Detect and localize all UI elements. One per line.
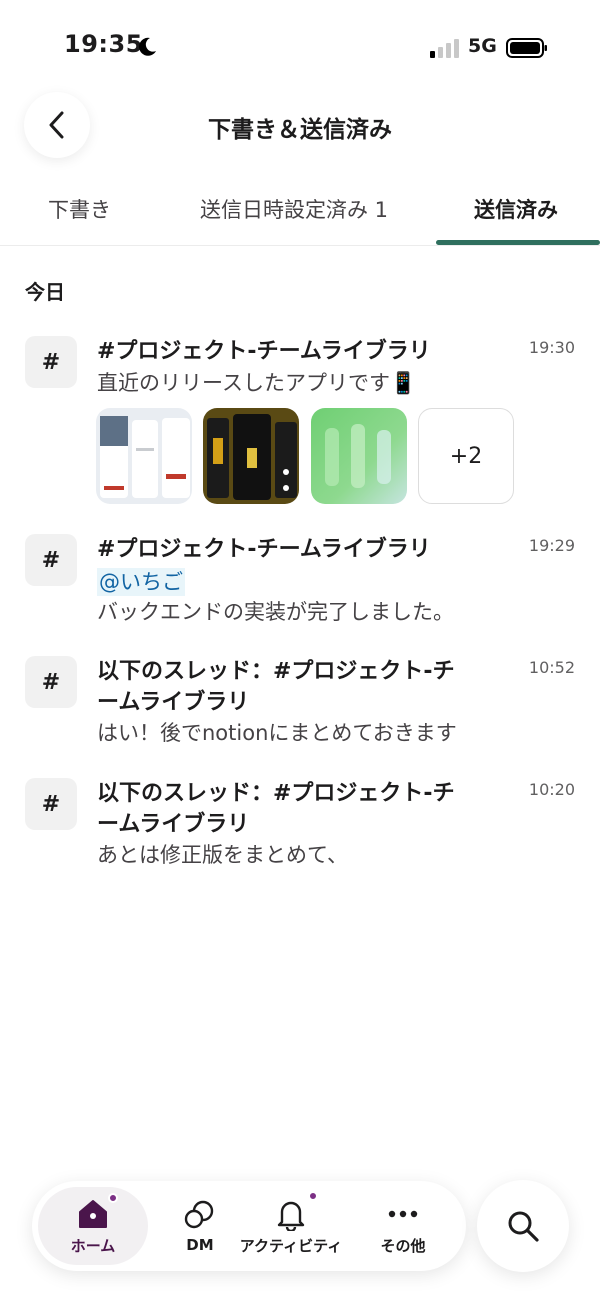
nav-home[interactable]: ホーム — [38, 1187, 148, 1265]
search-icon — [508, 1211, 539, 1242]
channel-hash-icon: # — [25, 656, 77, 708]
tab-active-indicator — [436, 240, 600, 245]
attachment-thumbnail[interactable] — [203, 408, 299, 504]
nav-dm-label: DM — [186, 1236, 214, 1254]
status-time: 19:35 — [64, 30, 143, 58]
message-time: 19:29 — [528, 536, 575, 555]
page-title: 下書き＆送信済み — [208, 117, 392, 143]
sent-message-item[interactable]: # #プロジェクト-チームライブラリ 19:30 直近のリリースしたアプリです📱 — [0, 334, 600, 510]
nav-home-label: ホーム — [70, 1236, 116, 1255]
dm-icon — [183, 1198, 217, 1232]
activity-badge-dot — [308, 1190, 318, 1201]
signal-icon — [430, 39, 459, 58]
channel-hash-icon: # — [25, 534, 77, 586]
user-mention[interactable]: @いちご — [97, 568, 185, 596]
moon-icon — [139, 37, 156, 56]
sent-message-item[interactable]: # 以下のスレッド：#プロジェクト-チ ームライブラリ 10:52 はい！後でn… — [0, 656, 600, 756]
sent-message-item[interactable]: # #プロジェクト-チームライブラリ 19:29 @いちご バックエンドの実装が… — [0, 534, 600, 634]
header: 下書き＆送信済み — [0, 90, 600, 162]
home-badge-dot — [108, 1192, 118, 1203]
message-text: 直近のリリースしたアプリです📱 — [97, 371, 417, 395]
message-channel-line-2: ームライブラリ — [97, 812, 250, 837]
message-channel: #プロジェクト-チームライブラリ — [97, 339, 431, 364]
message-channel-line-1: 以下のスレッド：#プロジェクト-チ — [97, 781, 455, 806]
attachment-more-button[interactable]: +2 — [418, 408, 514, 504]
search-button[interactable] — [477, 1180, 569, 1272]
sent-message-item[interactable]: # 以下のスレッド：#プロジェクト-チ ームライブラリ 10:20 あとは修正版… — [0, 778, 600, 878]
nav-activity-label: アクティビティ — [239, 1236, 343, 1255]
network-label: 5G — [468, 35, 497, 57]
nav-more[interactable]: その他 — [358, 1187, 448, 1265]
message-channel: #プロジェクト-チームライブラリ — [97, 537, 431, 562]
home-icon — [76, 1192, 118, 1231]
attachment-thumbnail[interactable] — [96, 408, 192, 504]
nav-more-label: その他 — [380, 1236, 426, 1255]
tab-scheduled[interactable]: 送信日時設定済み 1 — [200, 194, 388, 224]
message-channel-line-1: 以下のスレッド：#プロジェクト-チ — [97, 659, 455, 684]
section-header-today: 今日 — [25, 280, 65, 304]
message-time: 19:30 — [528, 338, 575, 357]
message-time: 10:52 — [528, 658, 575, 677]
tab-bar: 下書き 送信日時設定済み 1 送信済み — [0, 186, 600, 246]
tab-sent[interactable]: 送信済み — [474, 194, 558, 224]
nav-activity[interactable]: アクティビティ — [232, 1187, 350, 1265]
message-text: はい！後でnotionにまとめておきます — [97, 721, 457, 745]
more-icon — [386, 1197, 420, 1231]
channel-hash-icon: # — [25, 778, 77, 830]
channel-hash-icon: # — [25, 336, 77, 388]
bottom-nav: ホーム DM アクティビティ その他 — [32, 1181, 466, 1271]
message-channel-line-2: ームライブラリ — [97, 690, 250, 715]
attachment-thumbnail[interactable] — [311, 408, 407, 504]
status-bar: 19:35 5G — [0, 0, 600, 96]
message-time: 10:20 — [528, 780, 575, 799]
tab-drafts[interactable]: 下書き — [48, 194, 111, 224]
message-text: バックエンドの実装が完了しました。 — [97, 600, 454, 624]
battery-icon — [506, 38, 547, 58]
message-text: あとは修正版をまとめて、 — [97, 843, 348, 867]
bell-icon — [274, 1190, 318, 1232]
